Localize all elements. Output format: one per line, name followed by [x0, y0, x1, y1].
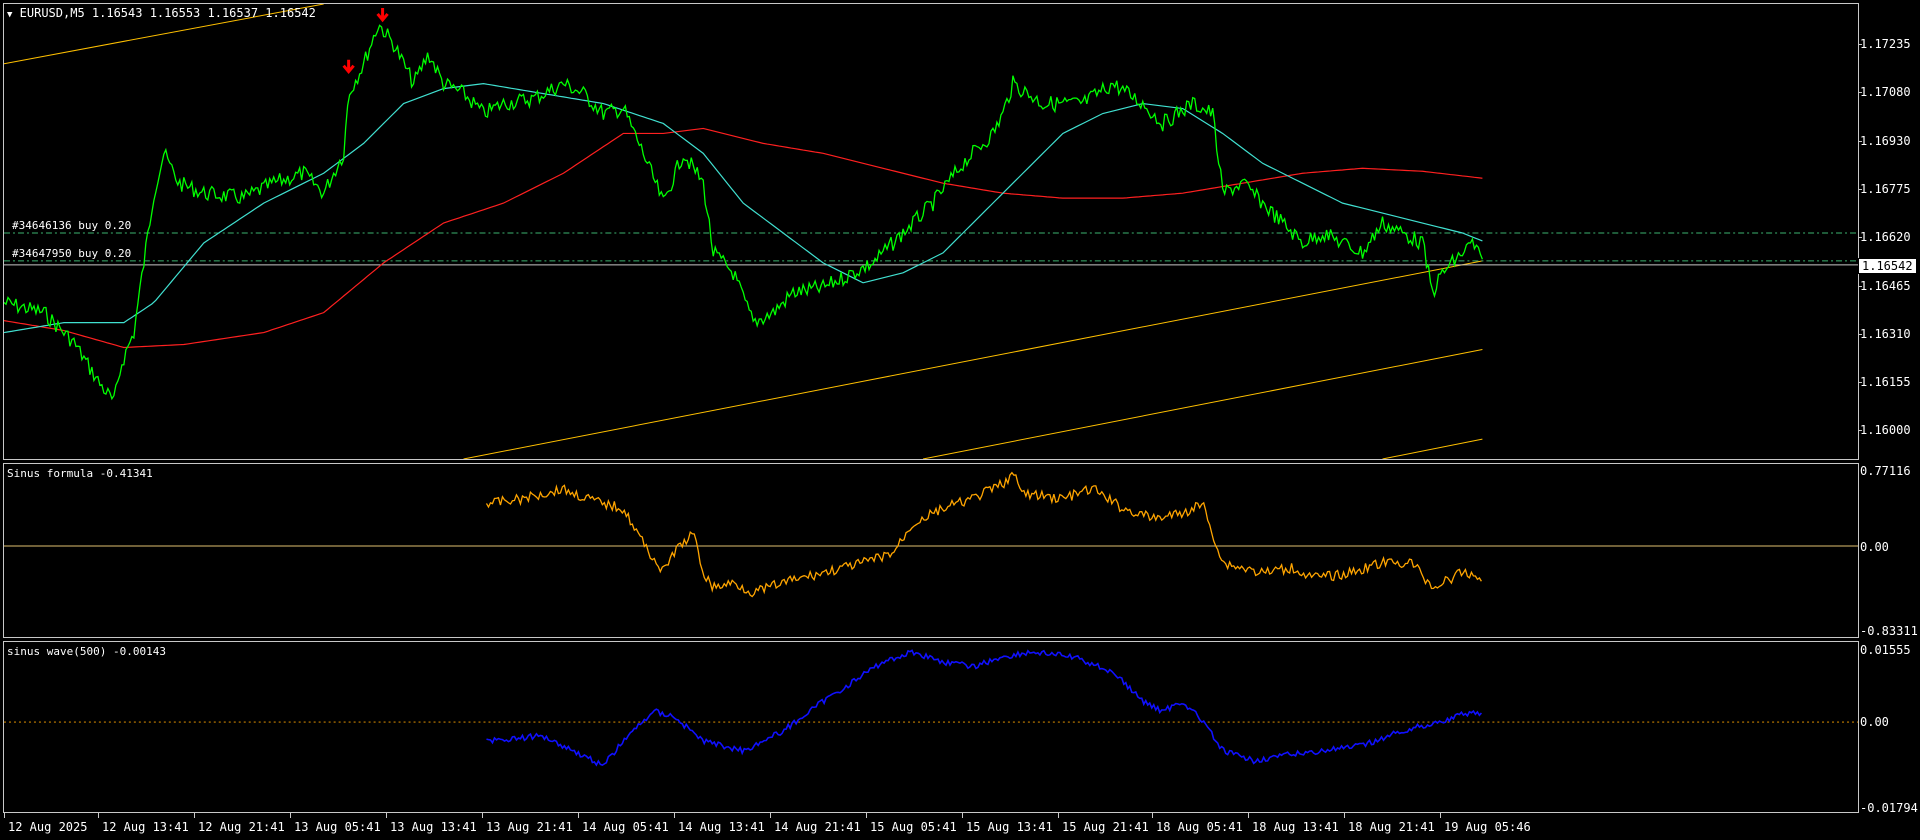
time-axis-tick-label: 19 Aug 05:46 [1444, 820, 1531, 834]
time-axis-tick [290, 813, 291, 818]
price-axis-tick-label: 1.16155 [1860, 375, 1911, 390]
time-axis-tick-label: 12 Aug 21:41 [198, 820, 285, 834]
time-axis-tick [386, 813, 387, 818]
time-axis-tick [98, 813, 99, 818]
sinus-wave-line [486, 649, 1483, 767]
price-axis-tick [1858, 44, 1862, 45]
symbol-quote: EURUSD,M5 1.16543 1.16553 1.16537 1.1654… [19, 6, 316, 20]
time-axis-tick-label: 15 Aug 13:41 [966, 820, 1053, 834]
price-axis-tick [1858, 430, 1862, 432]
chevron-down-icon[interactable]: ▼ [7, 10, 12, 20]
sinus-formula-line [485, 471, 1482, 598]
chart-header: ▼ EURUSD,M5 1.16543 1.16553 1.16537 1.16… [7, 6, 316, 20]
time-axis-tick [482, 813, 483, 818]
time-axis-tick-label: 18 Aug 13:41 [1252, 820, 1339, 834]
channel-line-bottom [1382, 438, 1483, 459]
time-axis-tick-label: 13 Aug 13:41 [390, 820, 477, 834]
price-axis-tick [1858, 382, 1862, 384]
time-axis-tick [578, 813, 579, 818]
price-axis-tick-label: 1.17235 [1860, 37, 1911, 51]
price-axis-tick [1858, 333, 1862, 335]
price-axis-tick [1858, 237, 1862, 239]
price-chart-pane[interactable]: ▼ EURUSD,M5 1.16543 1.16553 1.16537 1.16… [3, 3, 1859, 460]
price-line [4, 24, 1484, 401]
price-axis-tick [1858, 140, 1862, 142]
price-axis-tick [1858, 188, 1862, 190]
sinus-axis-tick-label: -0.83311 [1860, 624, 1918, 638]
wave-axis-tick-label: -0.01794 [1860, 801, 1918, 815]
sinus-formula-label: Sinus formula -0.41341 [7, 467, 153, 480]
time-axis-tick-label: 18 Aug 21:41 [1348, 820, 1435, 834]
sinus-formula-canvas [4, 471, 1858, 598]
order-label-1[interactable]: #34646136 buy 0.20 [12, 219, 131, 232]
time-axis-tick [674, 813, 675, 818]
time-axis-tick [4, 813, 5, 818]
time-axis-tick [1440, 813, 1441, 818]
time-axis-tick [1152, 813, 1153, 818]
price-axis-tick-label: 1.16620 [1860, 230, 1911, 245]
time-axis-tick [194, 813, 195, 818]
sell-arrow-icon [342, 59, 355, 75]
current-price-badge: 1.16542 [1858, 258, 1917, 274]
time-axis-tick-label: 12 Aug 13:41 [102, 820, 189, 834]
time-axis-tick [1248, 813, 1249, 818]
order-label-2[interactable]: #34647950 buy 0.20 [12, 247, 131, 260]
time-axis-tick [866, 813, 867, 818]
sinus-axis-tick-label: 0.00 [1860, 540, 1889, 554]
time-axis-tick-label: 15 Aug 21:41 [1062, 820, 1149, 834]
sell-arrow-icon [376, 7, 389, 23]
price-axis-tick-label: 1.17080 [1860, 85, 1911, 100]
price-axis-tick-label: 1.16930 [1860, 133, 1911, 148]
time-axis-tick-label: 14 Aug 21:41 [774, 820, 861, 834]
price-axis-tick [1858, 285, 1862, 287]
time-axis-tick-label: 13 Aug 21:41 [486, 820, 573, 834]
time-axis-tick-label: 14 Aug 13:41 [678, 820, 765, 834]
time-axis-tick-label: 13 Aug 05:41 [294, 820, 381, 834]
time-axis-tick [962, 813, 963, 818]
sinus-axis-tick-label: 0.77116 [1860, 464, 1911, 478]
price-axis-tick-label: 1.16465 [1860, 278, 1911, 293]
channel-line-mid [463, 260, 1483, 459]
time-axis-tick-label: 18 Aug 05:41 [1156, 820, 1243, 834]
sinus-wave-canvas [4, 649, 1858, 767]
price-axis-tick-label: 1.16000 [1860, 423, 1911, 438]
channel-line-low [922, 348, 1483, 459]
sinus-formula-pane[interactable]: Sinus formula -0.41341 [3, 463, 1859, 638]
wave-axis-tick-label: 0.01555 [1860, 643, 1911, 657]
sinus-wave-pane[interactable]: sinus wave(500) -0.00143 [3, 641, 1859, 813]
time-axis-tick [770, 813, 771, 818]
time-axis-tick [1344, 813, 1345, 818]
time-axis-tick [1058, 813, 1059, 818]
wave-axis-tick-label: 0.00 [1860, 715, 1889, 729]
time-axis-tick-label: 14 Aug 05:41 [582, 820, 669, 834]
time-axis-tick-label: 12 Aug 2025 [8, 820, 88, 834]
sinus-wave-label: sinus wave(500) -0.00143 [7, 645, 166, 658]
price-chart-canvas [4, 4, 1858, 459]
price-axis-tick [1858, 92, 1862, 94]
price-axis-tick-label: 1.16775 [1860, 181, 1911, 196]
time-axis-tick-label: 15 Aug 05:41 [870, 820, 957, 834]
price-axis-tick-label: 1.16310 [1860, 326, 1911, 341]
